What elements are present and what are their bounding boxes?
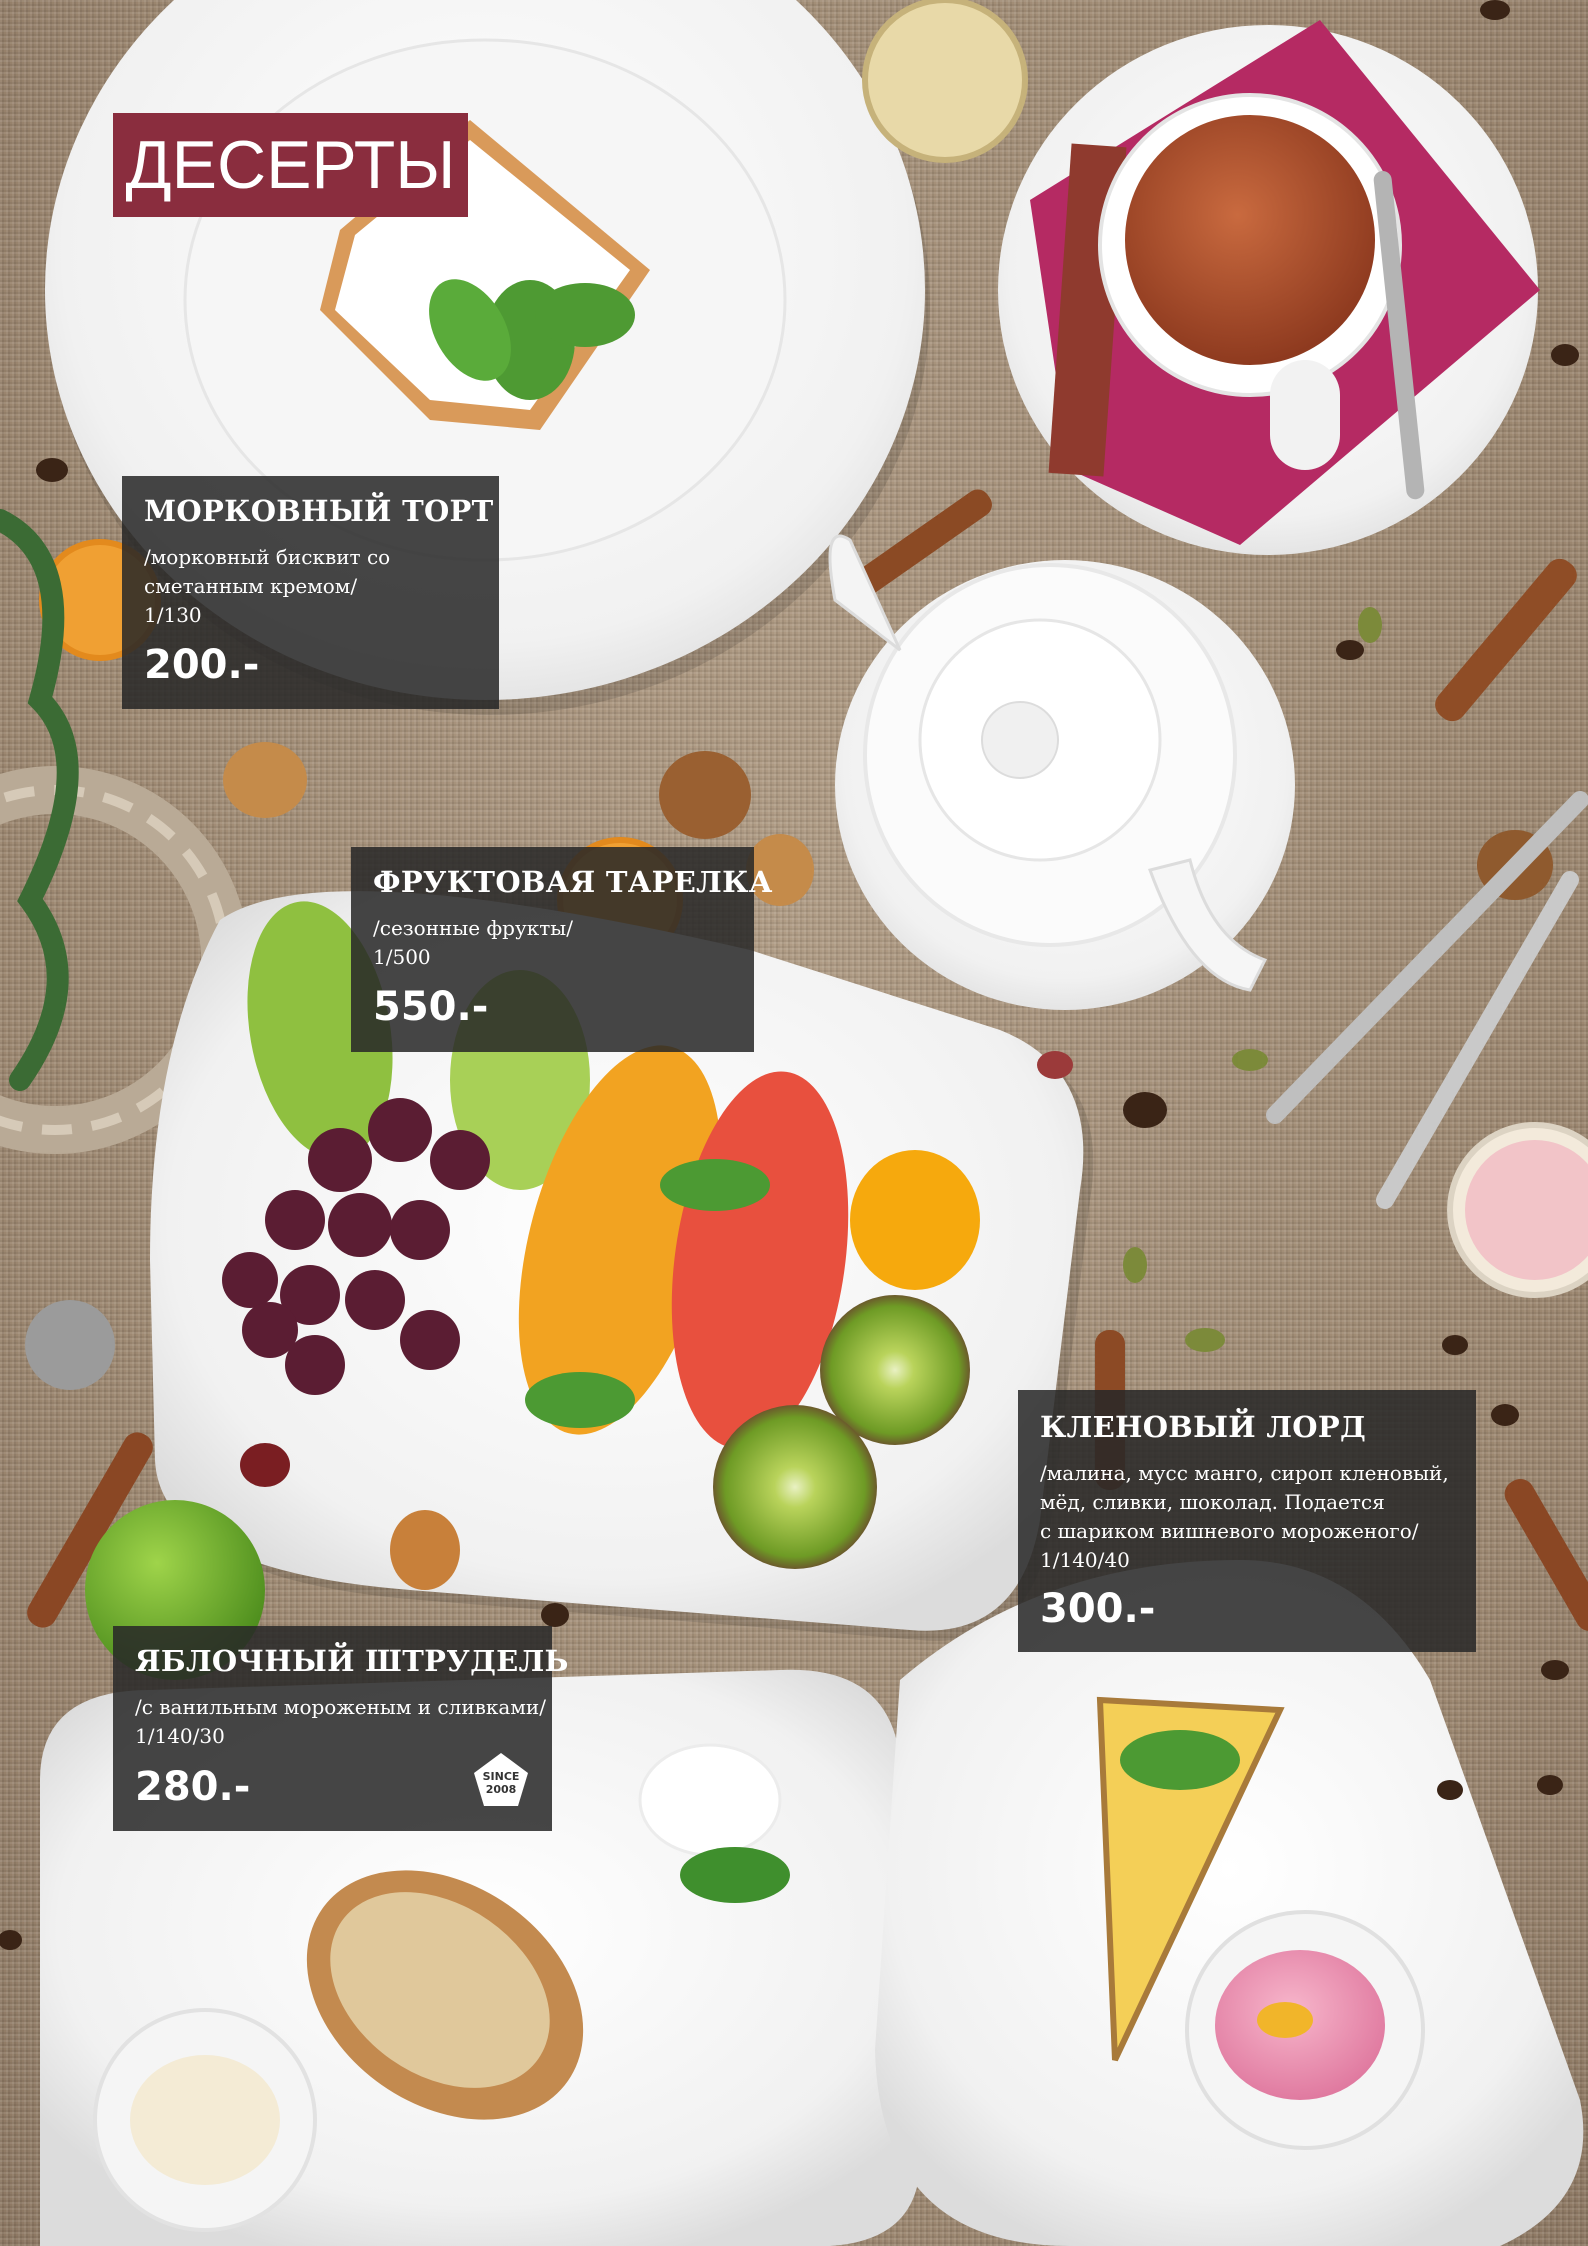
item-price: 200.- bbox=[144, 642, 260, 688]
item-portion: 1/500 bbox=[373, 945, 431, 969]
item-portion: 1/140/40 bbox=[1040, 1548, 1130, 1572]
item-name: ЯБЛОЧНЫЙ ШТРУДЕЛЬ bbox=[135, 1644, 569, 1678]
badge-line-1: SINCE bbox=[482, 1770, 520, 1783]
item-name: ФРУКТОВАЯ ТАРЕЛКА bbox=[373, 865, 773, 899]
item-portion: 1/130 bbox=[144, 603, 202, 627]
since-2008-badge: SINCE 2008 bbox=[472, 1751, 530, 1809]
food-photo-background bbox=[0, 0, 1588, 2246]
menu-item-maple-lord: КЛЕНОВЫЙ ЛОРД /малина, мусс манго, сироп… bbox=[1018, 1390, 1476, 1652]
item-portion: 1/140/30 bbox=[135, 1724, 225, 1748]
item-price: 550.- bbox=[373, 984, 489, 1030]
page-title: ДЕСЕРТЫ bbox=[113, 113, 468, 217]
menu-item-carrot-cake: МОРКОВНЫЙ ТОРТ /морковный бисквит со сме… bbox=[122, 476, 499, 709]
item-name: МОРКОВНЫЙ ТОРТ bbox=[144, 494, 494, 528]
item-description-line: /сезонные фрукты/ bbox=[373, 916, 573, 940]
cheesecake-plate bbox=[875, 1560, 1584, 2246]
menu-item-fruit-plate: ФРУКТОВАЯ ТАРЕЛКА /сезонные фрукты/ 1/50… bbox=[351, 847, 772, 1052]
item-description-line: сметанным кремом/ bbox=[144, 574, 358, 598]
item-name: КЛЕНОВЫЙ ЛОРД bbox=[1040, 1410, 1367, 1444]
item-description-line: /морковный бисквит со bbox=[144, 545, 391, 569]
item-price: 280.- bbox=[135, 1764, 251, 1810]
menu-page: ДЕСЕРТЫ МОРКОВНЫЙ ТОРТ /морковный бискви… bbox=[0, 0, 1588, 2246]
menu-item-apple-strudel: ЯБЛОЧНЫЙ ШТРУДЕЛЬ /с ванильным мороженым… bbox=[113, 1626, 568, 1831]
item-description-line: /малина, мусс манго, сироп кленовый, bbox=[1040, 1461, 1449, 1485]
badge-line-2: 2008 bbox=[485, 1783, 517, 1796]
item-description-line: мёд, сливки, шоколад. Подается bbox=[1040, 1490, 1385, 1514]
teapot bbox=[828, 534, 1295, 1010]
item-description-line: /с ванильным мороженым и сливками/ bbox=[135, 1695, 546, 1719]
item-price: 300.- bbox=[1040, 1586, 1156, 1632]
tea-cup-saucer bbox=[998, 20, 1540, 555]
item-description-line: с шариком вишневого мороженого/ bbox=[1040, 1519, 1419, 1543]
